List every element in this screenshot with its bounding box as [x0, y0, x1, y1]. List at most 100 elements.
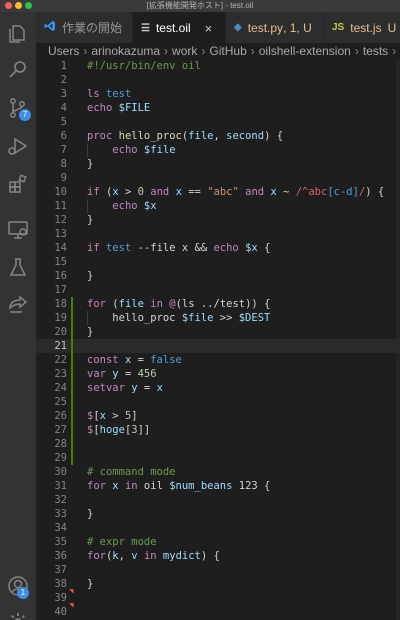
code-line[interactable]: 38} — [36, 577, 400, 591]
indent-guide — [87, 311, 88, 325]
code-line[interactable]: 37 — [36, 563, 400, 577]
code-line[interactable]: 32 — [36, 493, 400, 507]
explorer-icon[interactable] — [6, 22, 30, 46]
code-token: } — [87, 214, 94, 226]
code-line[interactable]: 12} — [36, 213, 400, 227]
code-line[interactable]: 8} — [36, 157, 400, 171]
code-line[interactable]: 21 — [36, 339, 400, 353]
extensions-icon[interactable] — [6, 172, 30, 196]
tab-getting-started[interactable]: 作業の開始 — [36, 12, 133, 43]
code-line[interactable]: 28 — [36, 437, 400, 451]
source-control-badge: 7 — [19, 109, 31, 121]
code-line[interactable]: 1 #!/usr/bin/env oil — [36, 59, 400, 73]
code-line[interactable]: 17 — [36, 283, 400, 297]
code-token: if — [87, 186, 100, 198]
code-line[interactable]: 33} — [36, 507, 400, 521]
line-number: 22 — [54, 354, 67, 366]
code-token: $x — [143, 200, 157, 212]
tab-test-js[interactable]: JS test.js U — [324, 12, 400, 43]
indent-guide — [87, 143, 88, 157]
line-number: 15 — [54, 256, 67, 268]
code-line[interactable]: 15 — [36, 255, 400, 269]
manage-gear-icon[interactable] — [6, 610, 30, 620]
code-line[interactable]: 25 — [36, 395, 400, 409]
line-number: 31 — [54, 480, 67, 492]
code-line[interactable]: 40 — [36, 605, 400, 619]
code-line[interactable]: 36 for(k, v in mydict) { — [36, 549, 400, 563]
code-token: const — [87, 354, 119, 366]
code-text: setvar y = x — [87, 381, 163, 395]
code-line[interactable]: 9 — [36, 171, 400, 185]
code-line[interactable]: 29 — [36, 451, 400, 465]
code-line[interactable]: 23 var y = 456 — [36, 367, 400, 381]
run-debug-icon[interactable] — [6, 134, 30, 158]
code-line[interactable]: 24 setvar y = x — [36, 381, 400, 395]
code-line[interactable]: 11 echo $x — [36, 199, 400, 213]
code-line[interactable]: 14 if test --file x && echo $x { — [36, 241, 400, 255]
code-token: 456 — [137, 368, 157, 380]
code-token: } — [87, 270, 94, 282]
live-share-icon[interactable] — [6, 294, 30, 318]
code-token: } — [87, 578, 94, 590]
code-line[interactable]: 16} — [36, 269, 400, 283]
error-marker-icon[interactable]: ◥ — [69, 588, 74, 595]
code-line[interactable]: 20} — [36, 325, 400, 339]
code-line[interactable]: 22 const x = false — [36, 353, 400, 367]
error-marker-icon[interactable]: ◥ — [69, 602, 74, 609]
code-line[interactable]: 26 $[x > 5] — [36, 409, 400, 423]
code-token: second — [226, 130, 265, 142]
code-token: $DEST — [238, 312, 271, 324]
code-line[interactable]: 39 — [36, 591, 400, 605]
code-editor[interactable]: 1 #!/usr/bin/env oil 2 3 ls test 4 echo $FILE 5… — [36, 59, 400, 620]
code-token: in — [143, 550, 157, 562]
code-token: , — [118, 550, 132, 562]
code-line[interactable]: 30 # command mode — [36, 465, 400, 479]
code-token: ( — [99, 186, 113, 198]
search-icon[interactable] — [6, 58, 30, 82]
code-line[interactable]: 4 echo $FILE — [36, 101, 400, 115]
code-token: in — [124, 480, 138, 492]
code-text: proc hello_proc(file, second) { — [87, 129, 283, 143]
code-line[interactable]: 35 # expr mode — [36, 535, 400, 549]
line-number: 7 — [60, 144, 67, 156]
code-text: echo $x — [87, 199, 157, 213]
code-line[interactable]: 34 — [36, 521, 400, 535]
code-line[interactable]: 27 $[hoge[3]] — [36, 423, 400, 437]
line-number: 16 — [54, 270, 67, 282]
code-line[interactable]: 18 for (file in @(ls ../test)) { — [36, 297, 400, 311]
code-line[interactable]: 10 if (x > 0 and x == "abc" and x ~ /^abc… — [36, 185, 400, 199]
code-line[interactable]: 7 echo $file — [36, 143, 400, 157]
breadcrumb-item[interactable]: GitHub — [209, 44, 246, 58]
code-token: $FILE — [118, 102, 151, 114]
code-text: echo $file — [87, 143, 175, 157]
tab-test-oil[interactable]: ☰ test.oil × — [133, 12, 226, 43]
line-number: 9 — [60, 172, 67, 184]
remote-explorer-icon[interactable] — [6, 218, 30, 242]
code-line[interactable]: 31 for x in oil $num_beans 123 { — [36, 479, 400, 493]
testing-flask-icon[interactable] — [6, 256, 30, 280]
line-number: 26 — [54, 410, 67, 422]
code-line[interactable]: 19 hello_proc $file >> $DEST — [36, 311, 400, 325]
code-line[interactable]: 5 — [36, 115, 400, 129]
code-line[interactable]: 13 — [36, 227, 400, 241]
breadcrumb-item[interactable]: Users — [48, 44, 79, 58]
code-token: $x — [245, 242, 258, 254]
modified-lines-indicator[interactable] — [71, 297, 73, 465]
js-file-icon: JS — [332, 22, 345, 33]
code-line[interactable]: 6 proc hello_proc(file, second) { — [36, 129, 400, 143]
code-token: ls — [87, 88, 100, 100]
code-line[interactable]: 2 — [36, 73, 400, 87]
code-token: ( — [105, 298, 119, 310]
breadcrumb-item[interactable]: oilshell-extension — [259, 44, 351, 58]
breadcrumb: Users › arinokazuma › work › GitHub › oilshell-e… — [36, 43, 400, 59]
code-line[interactable]: 3 ls test — [36, 87, 400, 101]
python-file-icon: ◆ — [234, 22, 242, 33]
breadcrumb-item[interactable]: work — [172, 44, 197, 58]
breadcrumb-item[interactable]: tests — [363, 44, 388, 58]
tab-test-py[interactable]: ◆ test.py, 1, U — [226, 12, 324, 43]
breadcrumb-item[interactable]: arinokazuma — [91, 44, 160, 58]
line-number: 29 — [54, 452, 67, 464]
code-text: # expr mode — [87, 535, 157, 549]
close-tab-icon[interactable]: × — [205, 21, 213, 36]
